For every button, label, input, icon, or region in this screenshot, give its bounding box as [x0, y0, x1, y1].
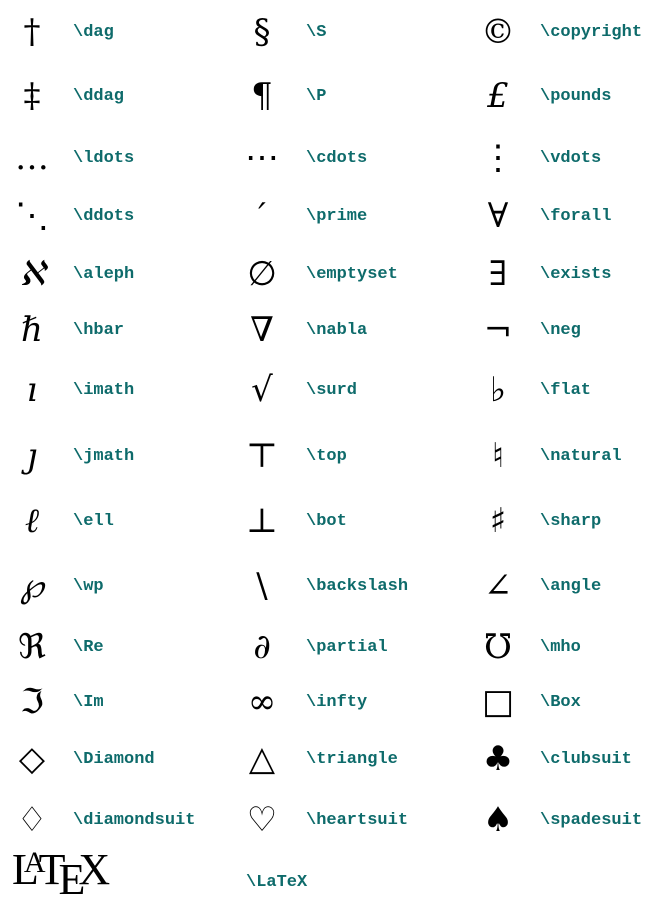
ddots-symbol-icon: ⋱ — [15, 196, 49, 236]
command-label: \partial — [306, 637, 388, 657]
command-label: \backslash — [306, 576, 409, 596]
command-label: \aleph — [73, 264, 135, 284]
command-label: \exists — [540, 264, 612, 284]
Re-symbol-icon: ℜ — [18, 627, 46, 667]
infty-symbol-icon: ∞ — [247, 682, 277, 722]
command-label: \infty — [306, 692, 368, 712]
command-label: \natural — [540, 446, 622, 466]
wp-symbol-icon: ℘ — [20, 566, 44, 606]
command-label: \ldots — [73, 148, 135, 168]
command-label: \hbar — [73, 320, 125, 340]
S-symbol-icon: § — [253, 12, 271, 52]
command-label: \diamondsuit — [73, 810, 196, 830]
command-label: \pounds — [540, 86, 612, 106]
angle-symbol-icon: ∠ — [483, 566, 513, 606]
mho-symbol-icon: ℧ — [483, 627, 513, 667]
dag-symbol-icon: † — [23, 12, 41, 52]
command-label: \spadesuit — [540, 810, 643, 830]
vdots-symbol-icon: ⋮ — [481, 138, 515, 178]
command-label: \top — [306, 446, 347, 466]
command-label: \angle — [540, 576, 602, 596]
Im-symbol-icon: ℑ — [20, 682, 44, 722]
partial-symbol-icon: ∂ — [253, 627, 271, 667]
backslash-symbol-icon: \ — [256, 566, 268, 606]
command-label: \Diamond — [73, 749, 155, 769]
imath-symbol-icon: ı — [26, 370, 38, 410]
flat-symbol-icon: ♭ — [489, 370, 507, 410]
command-label: \bot — [306, 511, 347, 531]
command-label: \jmath — [73, 446, 135, 466]
neg-symbol-icon: ¬ — [483, 310, 513, 350]
ell-symbol-icon: ℓ — [24, 501, 40, 541]
nabla-symbol-icon: ∇ — [250, 310, 274, 350]
forall-symbol-icon: ∀ — [487, 196, 509, 236]
command-label: \heartsuit — [306, 810, 409, 830]
command-label: \forall — [540, 206, 612, 226]
diamondsuit-symbol-icon: ♢ — [16, 800, 48, 840]
command-label: \Im — [73, 692, 104, 712]
command-label: \Box — [540, 692, 581, 712]
spadesuit-symbol-icon: ♠ — [482, 800, 514, 840]
command-label: \mho — [540, 637, 581, 657]
command-label: \ddots — [73, 206, 135, 226]
sharp-symbol-icon: ♯ — [489, 501, 507, 541]
cdots-symbol-icon: ⋯ — [245, 138, 279, 178]
latex-logo: LATEX — [12, 845, 110, 902]
command-label: \clubsuit — [540, 749, 632, 769]
command-label: \sharp — [540, 511, 602, 531]
command-label: \cdots — [306, 148, 368, 168]
command-label: \emptyset — [306, 264, 398, 284]
jmath-symbol-icon: ȷ — [26, 436, 38, 476]
heartsuit-symbol-icon: ♡ — [246, 800, 278, 840]
command-label: \ell — [73, 511, 114, 531]
natural-symbol-icon: ♮ — [491, 436, 505, 476]
command-label: \vdots — [540, 148, 602, 168]
command-label: \P — [306, 86, 327, 106]
command-label: \flat — [540, 380, 592, 400]
exists-symbol-icon: ∃ — [488, 254, 508, 294]
command-label: \neg — [540, 320, 581, 340]
command-label: \triangle — [306, 749, 398, 769]
pounds-symbol-icon: £ — [487, 76, 509, 116]
bot-symbol-icon: ⊥ — [246, 501, 278, 541]
latex-command: \LaTeX — [246, 872, 308, 892]
command-label: \Re — [73, 637, 104, 657]
triangle-symbol-icon: △ — [248, 739, 276, 779]
command-label: \imath — [73, 380, 135, 400]
ldots-symbol-icon: … — [15, 138, 49, 178]
command-label: \wp — [73, 576, 104, 596]
command-label: \dag — [73, 22, 114, 42]
command-label: \surd — [306, 380, 358, 400]
logo-letter-x: X — [78, 845, 110, 894]
command-label: \S — [306, 22, 327, 42]
Box-symbol-icon: □ — [481, 682, 515, 722]
top-symbol-icon: ⊤ — [246, 436, 278, 476]
aleph-symbol-icon: ℵ — [19, 254, 45, 294]
command-label: \prime — [306, 206, 368, 226]
ddag-symbol-icon: ‡ — [23, 76, 41, 116]
surd-symbol-icon: √ — [251, 370, 273, 410]
emptyset-symbol-icon: ∅ — [247, 254, 277, 294]
P-symbol-icon: ¶ — [251, 76, 273, 116]
command-label: \nabla — [306, 320, 368, 340]
command-label: \copyright — [540, 22, 643, 42]
clubsuit-symbol-icon: ♣ — [482, 739, 514, 779]
copyright-symbol-icon: © — [481, 12, 515, 52]
Diamond-symbol-icon: ◇ — [18, 739, 46, 779]
hbar-symbol-icon: ℏ — [21, 310, 43, 350]
prime-symbol-icon: ′ — [258, 196, 266, 236]
command-label: \ddag — [73, 86, 125, 106]
